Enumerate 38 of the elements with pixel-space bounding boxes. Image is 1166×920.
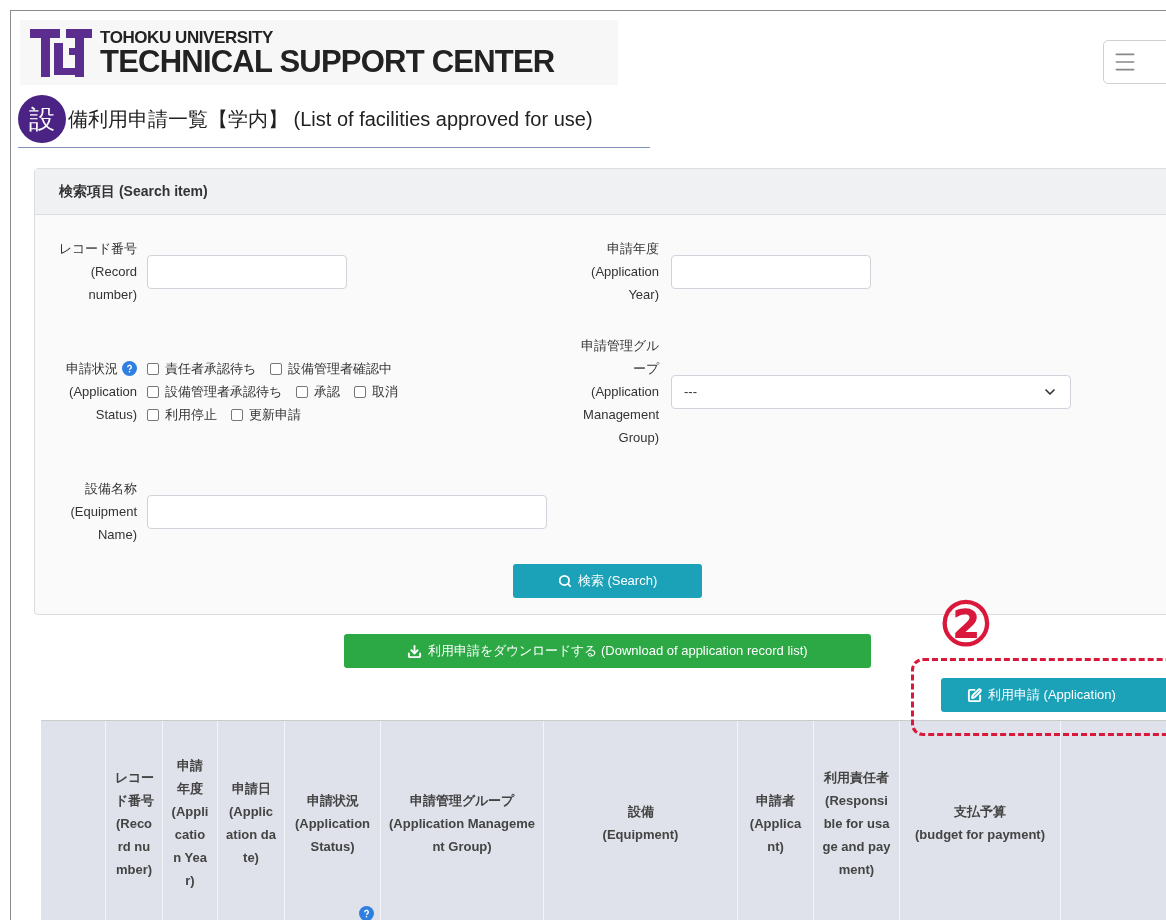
search-icon [557,574,572,588]
page-title: 備利用申請一覧【学内】 (List of facilities approved for use) [68,107,593,132]
field-label: 申請管理グループ (Application Management Group) [580,337,659,447]
text-field[interactable] [671,254,871,289]
column-header: 申請年度 (Application Year) [170,757,210,890]
download-icon [407,643,423,659]
status-checkbox[interactable]: 設備管理者承認待ち [147,380,282,403]
status-checkbox[interactable]: 利用停止 [147,403,217,426]
status-checkbox[interactable]: 責任者承認待ち [147,357,256,380]
column-header: 申請日 (Application date) [225,780,277,867]
column-header: 設備 (Equipment) [601,803,680,844]
status-checkbox[interactable]: 取消 [354,380,398,403]
text-field[interactable] [147,254,347,289]
column-header: 申請管理グループ (Application Management Group) [388,791,536,856]
status-checkbox[interactable]: 更新申請 [231,403,301,426]
logo-university-text: TOHOKU UNIVERSITY [100,28,274,46]
logo-center-text: TECHNICAL SUPPORT CENTER [100,45,555,77]
field-label: 設備名称 (Equipment Name) [69,480,137,544]
field-label: レコード番号 (Record number) [59,240,137,304]
column-header: レコード番号 (Record number) [113,768,155,879]
logo-mark-drawing [30,28,92,77]
menu-button[interactable] [1103,40,1166,84]
help-icon[interactable] [359,906,374,920]
field-label: 申請年度 (Application Year) [590,240,659,304]
column-header: 申請状況 (Application Status) [293,791,372,856]
status-checkbox[interactable]: 承認 [296,380,340,403]
help-icon[interactable] [122,361,137,376]
text-field[interactable] [147,494,547,529]
group-select[interactable]: --- [671,374,1071,409]
edit-icon [967,687,982,703]
field-label: 申請状況 (Application Status) [65,360,137,424]
annotation-marker: ② [939,595,993,655]
title-badge: 設 [18,95,66,143]
column-header: 申請者 (Applicant) [748,791,803,856]
column-header: 支払予算 (budget for payment) [914,803,1046,844]
panel-title: 検索項目 (Search item) [59,182,208,201]
status-checkbox[interactable]: 設備管理者確認中 [270,357,392,380]
column-header: 利用責任者 (Responsible for usage and payment) [821,768,892,879]
